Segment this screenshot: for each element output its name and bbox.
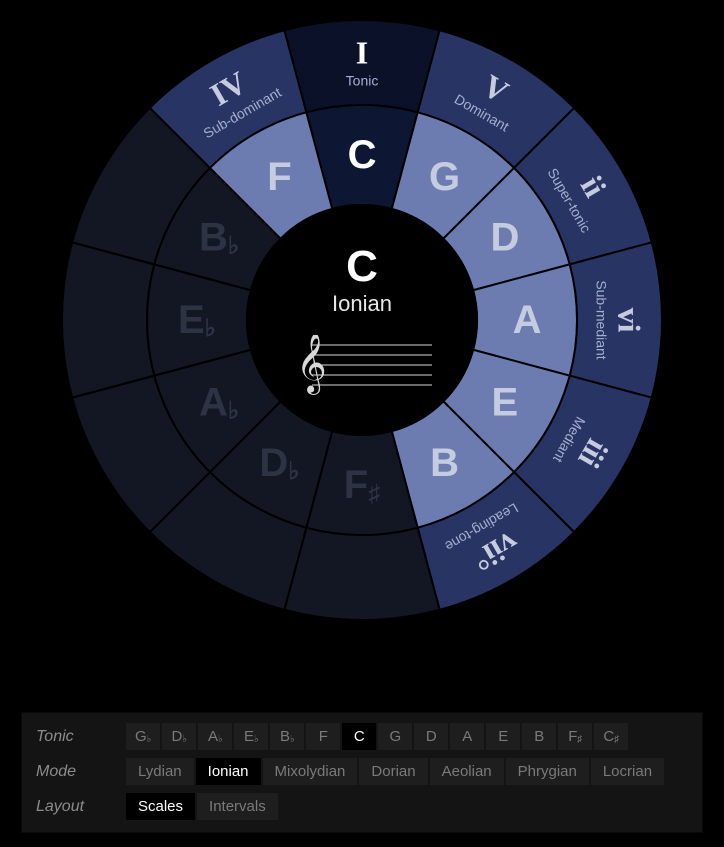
inner-label-2: D <box>490 216 519 260</box>
tonic-option-g[interactable]: G <box>378 723 412 750</box>
layout-button-group: ScalesIntervals <box>126 793 278 820</box>
tonic-row: Tonic G♭D♭A♭E♭B♭FCGDAEBF♯C♯ <box>34 723 690 750</box>
svg-text:C: C <box>348 133 377 177</box>
mode-row: Mode LydianIonianMixolydianDorianAeolian… <box>34 758 690 785</box>
layout-option-scales[interactable]: Scales <box>126 793 195 820</box>
svg-text:I: I <box>356 35 368 71</box>
svg-text:Sub-mediant: Sub-mediant <box>594 280 610 359</box>
tonic-option-f[interactable]: F <box>306 723 340 750</box>
layout-row: Layout ScalesIntervals <box>34 793 690 820</box>
tonic-option-a[interactable]: A <box>450 723 484 750</box>
inner-label-0: C <box>348 133 377 177</box>
svg-text:Tonic: Tonic <box>346 73 379 89</box>
tonic-option-d[interactable]: D <box>414 723 448 750</box>
tonic-option-c[interactable]: C♯ <box>594 723 628 750</box>
tonic-option-f[interactable]: F♯ <box>558 723 592 750</box>
mode-option-locrian[interactable]: Locrian <box>591 758 664 785</box>
tonic-row-label: Tonic <box>34 728 126 746</box>
outer-wedge-9[interactable] <box>62 242 154 397</box>
svg-text:G: G <box>429 155 460 199</box>
mode-option-phrygian[interactable]: Phrygian <box>506 758 589 785</box>
circle-of-fifths-wheel: CGDAEBF♯D♭A♭E♭B♭FITonicVDominantiiSuper-… <box>52 10 672 630</box>
tonic-option-c[interactable]: C <box>342 723 376 750</box>
inner-label-5: B <box>430 441 459 485</box>
mode-option-mixolydian[interactable]: Mixolydian <box>263 758 358 785</box>
svg-text:F: F <box>267 155 291 199</box>
tonic-button-group: G♭D♭A♭E♭B♭FCGDAEBF♯C♯ <box>126 723 628 750</box>
center-circle <box>247 205 477 435</box>
svg-text:B: B <box>430 441 459 485</box>
mode-option-ionian[interactable]: Ionian <box>196 758 261 785</box>
svg-text:E: E <box>492 381 519 425</box>
mode-button-group: LydianIonianMixolydianDorianAeolianPhryg… <box>126 758 664 785</box>
tonic-option-g[interactable]: G♭ <box>126 723 160 750</box>
wheel-svg: CGDAEBF♯D♭A♭E♭B♭FITonicVDominantiiSuper-… <box>52 10 672 630</box>
tonic-option-d[interactable]: D♭ <box>162 723 196 750</box>
tonic-option-b[interactable]: B <box>522 723 556 750</box>
tonic-option-e[interactable]: E♭ <box>234 723 268 750</box>
tonic-option-b[interactable]: B♭ <box>270 723 304 750</box>
inner-label-4: E <box>492 381 519 425</box>
svg-text:D: D <box>490 216 519 260</box>
inner-label-3: A <box>513 298 542 342</box>
mode-option-lydian[interactable]: Lydian <box>126 758 194 785</box>
svg-text:vi: vi <box>612 308 648 333</box>
svg-text:A: A <box>513 298 542 342</box>
mode-row-label: Mode <box>34 763 126 781</box>
outer-wedge-6[interactable] <box>284 528 439 620</box>
layout-row-label: Layout <box>34 798 126 816</box>
tonic-option-e[interactable]: E <box>486 723 520 750</box>
inner-label-1: G <box>429 155 460 199</box>
mode-option-aeolian[interactable]: Aeolian <box>430 758 504 785</box>
mode-option-dorian[interactable]: Dorian <box>359 758 427 785</box>
controls-panel: Tonic G♭D♭A♭E♭B♭FCGDAEBF♯C♯ Mode LydianI… <box>21 712 703 833</box>
tonic-option-a[interactable]: A♭ <box>198 723 232 750</box>
layout-option-intervals[interactable]: Intervals <box>197 793 278 820</box>
inner-label-11: F <box>267 155 291 199</box>
